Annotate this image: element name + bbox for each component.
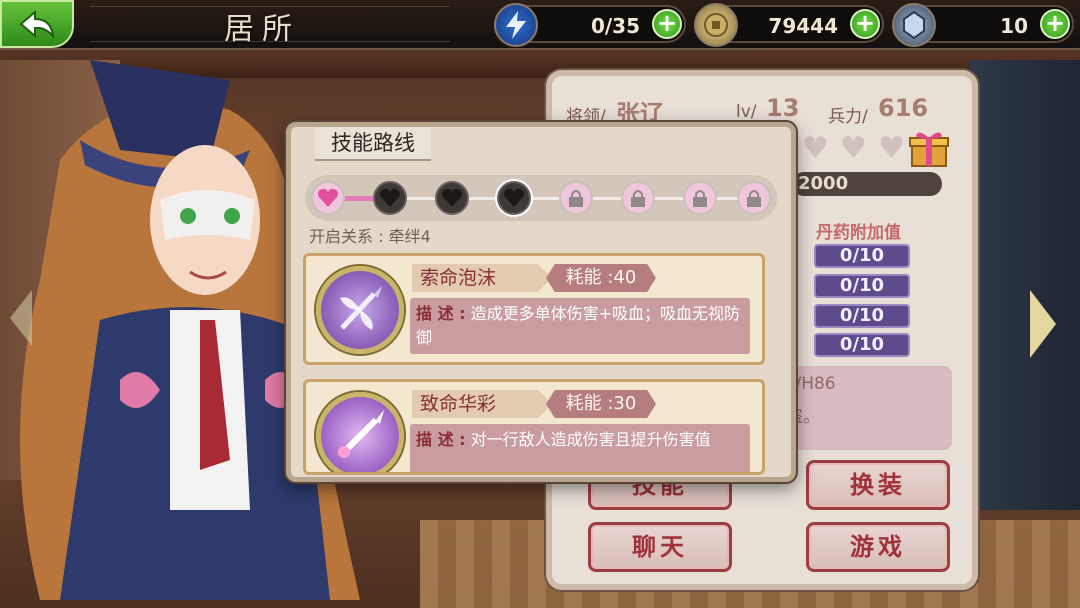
skill-card[interactable]: 索命泡沫 耗能 :40 描 述 : 造成更多单体伤害+吸血；吸血无视防御 <box>303 253 765 365</box>
level-label: lv/ <box>736 102 757 122</box>
description-text: 对一行敌人造成伤害且提升伤害值 <box>470 430 711 449</box>
route-node[interactable] <box>373 181 407 215</box>
gem-value: 10 <box>1000 14 1028 38</box>
troops-label: 兵力/ <box>828 107 868 127</box>
add-gold-button[interactable]: + <box>850 9 880 39</box>
gem-icon <box>892 3 936 47</box>
route-node-locked[interactable] <box>559 181 593 215</box>
description-label: 描 述 : <box>416 430 466 449</box>
skill-route-track <box>305 175 777 221</box>
dagger-icon <box>316 392 404 472</box>
heart-icon <box>504 188 524 207</box>
page-title: 居所 <box>224 12 300 47</box>
lock-icon <box>747 190 761 207</box>
gold-resource: 79444 + <box>694 3 884 47</box>
gem-resource: 10 + <box>892 3 1074 47</box>
heart-icon <box>380 188 400 207</box>
route-node-locked[interactable] <box>737 181 771 215</box>
next-arrow-icon[interactable] <box>1030 290 1056 358</box>
heart-icon: ♥ <box>840 131 867 166</box>
outfit-button[interactable]: 换装 <box>806 460 950 510</box>
level-value: 13 <box>766 94 800 122</box>
elixir-slot: 0/10 <box>814 333 910 357</box>
feather-dagger-icon <box>316 266 404 354</box>
elixir-slot: 0/10 <box>814 244 910 268</box>
route-node-unlocked[interactable] <box>311 181 345 215</box>
skill-card[interactable]: 致命华彩 耗能 :30 描 述 : 对一行敌人造成伤害且提升伤害值 <box>303 379 765 475</box>
heart-icon: ♥ <box>878 131 905 166</box>
route-node-locked[interactable] <box>683 181 717 215</box>
coin-icon <box>694 3 738 47</box>
add-stamina-button[interactable]: + <box>652 9 682 39</box>
lock-icon <box>569 190 583 207</box>
game-button[interactable]: 游戏 <box>806 522 950 572</box>
skill-description: 描 述 : 对一行敌人造成伤害且提升伤害值 <box>410 424 750 472</box>
stamina-value: 0/35 <box>590 14 640 38</box>
heart-icon <box>442 188 462 207</box>
troops-value: 616 <box>878 94 929 122</box>
skill-route-dialog: 技能路线 开启关系 : 牵绊4 索命泡沫 耗能:40 描 述: 造成更多单体… <box>286 122 796 482</box>
gold-value: 79444 <box>768 14 838 38</box>
elixir-title: 丹药附加值 <box>816 223 901 243</box>
gift-icon[interactable] <box>908 128 950 168</box>
back-button[interactable] <box>0 0 74 48</box>
add-gem-button[interactable]: + <box>1040 9 1070 39</box>
route-node-selected[interactable] <box>497 181 531 215</box>
stamina-resource: 0/35 + <box>494 3 686 47</box>
dialog-title: 技能路线 <box>315 127 431 161</box>
skill-cost: 耗能 :30 <box>546 390 656 418</box>
elixir-slot: 0/10 <box>814 274 910 298</box>
elixir-slot: 0/10 <box>814 304 910 328</box>
right-wall-curtain <box>970 60 1080 510</box>
skill-description: 描 述 : 造成更多单体伤害+吸血；吸血无视防御 <box>410 298 750 354</box>
skill-name: 致命华彩 <box>412 390 552 418</box>
chat-button[interactable]: 聊天 <box>588 522 732 572</box>
skill-name: 索命泡沫 <box>412 264 552 292</box>
skill-cost: 耗能 :40 <box>546 264 656 292</box>
heart-icon <box>318 188 338 207</box>
lightning-icon <box>494 3 538 47</box>
route-node-locked[interactable] <box>621 181 655 215</box>
route-node[interactable] <box>435 181 469 215</box>
lock-icon <box>693 190 707 207</box>
heart-icon: ♥ <box>802 131 829 166</box>
affection-hearts: ♥ ♥ ♥ <box>802 134 912 164</box>
prev-arrow-icon[interactable] <box>10 290 32 346</box>
unlock-relation: 开启关系 : 牵绊4 <box>309 227 431 246</box>
description-label: 描 述 : <box>416 304 466 323</box>
top-bar: 居所 0/35 + 79444 + 10 + <box>0 0 1080 50</box>
back-arrow-icon <box>19 9 55 40</box>
exp-bar: 2000 <box>792 172 942 196</box>
lock-icon <box>631 190 645 207</box>
